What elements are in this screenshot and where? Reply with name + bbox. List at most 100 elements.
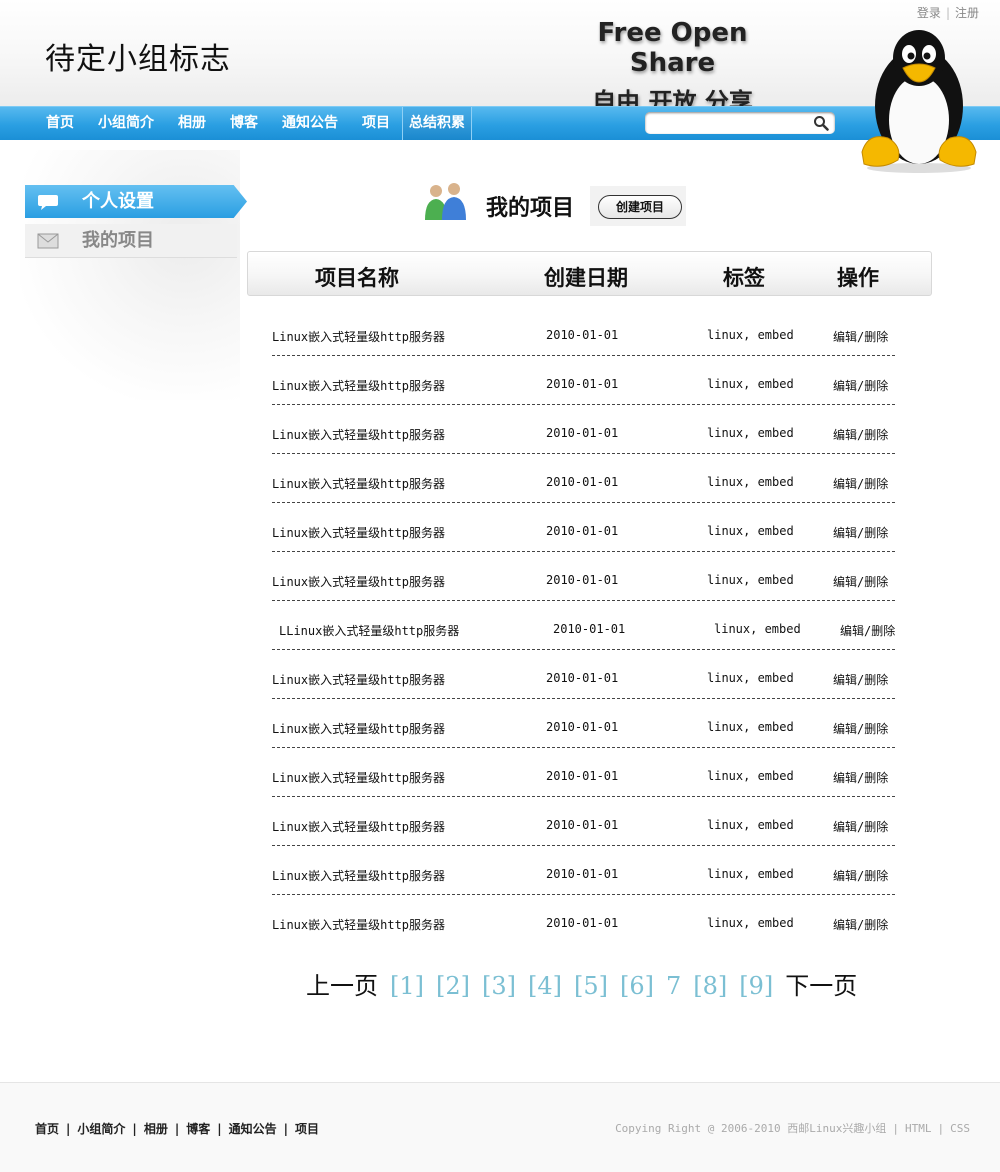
edit-delete-link[interactable]: 编辑/删除 [840,624,895,638]
current-page: 7 [666,972,682,1000]
action-cell: 编辑/删除 [833,475,888,492]
date-cell: 2010-01-01 [546,720,619,734]
footer-link[interactable]: 首页 [35,1122,59,1136]
edit-delete-link[interactable]: 编辑/删除 [833,820,888,834]
create-button-area: 创建项目 [590,186,686,226]
tags-cell: linux, embed [707,524,794,538]
edit-delete-link[interactable]: 编辑/删除 [833,526,888,540]
project-name-cell: Linux嵌入式轻量级http服务器 [272,869,446,883]
tags-cell: linux, embed [707,475,794,489]
tags-cell: linux, embed [707,671,794,685]
date-cell: 2010-01-01 [546,916,619,930]
footer-link[interactable]: 通知公告 [229,1122,277,1136]
page-link[interactable]: [9] [739,972,773,1000]
nav-item[interactable]: 相册 [166,107,218,140]
edit-delete-link[interactable]: 编辑/删除 [833,379,888,393]
column-header-tags: 标签 [723,266,765,290]
page-link[interactable]: [4] [528,972,562,1000]
slogan-english: Free Open Share [597,18,748,78]
project-name-cell: Linux嵌入式轻量级http服务器 [272,330,446,344]
date-cell: 2010-01-01 [546,769,619,783]
row-divider [272,649,895,650]
footer-link[interactable]: 小组简介 [77,1122,125,1136]
action-cell: 编辑/删除 [833,818,888,835]
login-link[interactable]: 登录 [917,6,941,20]
project-name-cell: Linux嵌入式轻量级http服务器 [272,526,446,540]
row-divider [272,845,895,846]
action-cell: 编辑/删除 [833,426,888,443]
tags-cell: linux, embed [707,573,794,587]
project-name-cell: Linux嵌入式轻量级http服务器 [272,918,446,932]
row-divider [272,502,895,503]
date-cell: 2010-01-01 [546,328,619,342]
footer: 首页 | 小组简介 | 相册 | 博客 | 通知公告 | 项目 Copying Right @ 20… [0,1082,1000,1172]
page-link[interactable]: [5] [574,972,608,1000]
header: 待定小组标志 登录 | 注册 Free Open Share 自由 开放 分享 [0,0,1000,116]
edit-delete-link[interactable]: 编辑/删除 [833,477,888,491]
edit-delete-link[interactable]: 编辑/删除 [833,330,888,344]
footer-link[interactable]: 相册 [144,1122,168,1136]
date-cell: 2010-01-01 [546,573,619,587]
table-row: Linux嵌入式轻量级http服务器 2010-01-01 linux, embed… [272,801,897,850]
edit-delete-link[interactable]: 编辑/删除 [833,575,888,589]
nav-item[interactable]: 小组简介 [86,107,166,140]
sidebar-item-my-projects[interactable]: 我的项目 [25,224,237,258]
page-link[interactable]: [3] [482,972,516,1000]
page-link[interactable]: [1] [390,972,424,1000]
nav-item[interactable]: 博客 [218,107,270,140]
tags-cell: linux, embed [707,377,794,391]
envelope-icon [37,233,59,249]
row-divider [272,600,895,601]
top-links: 登录 | 注册 [917,4,979,21]
action-cell: 编辑/删除 [833,769,888,786]
edit-delete-link[interactable]: 编辑/删除 [833,428,888,442]
table-header: 项目名称 创建日期 标签 操作 [247,251,932,296]
project-name-cell: Linux嵌入式轻量级http服务器 [272,673,446,687]
nav-item[interactable]: 项目 [350,107,402,140]
css-badge[interactable]: CSS [950,1122,970,1135]
footer-link[interactable]: 项目 [295,1122,319,1136]
copyright-text: Copying Right @ 2006-2010 西邮Linux兴趣小组 [615,1122,887,1135]
footer-link[interactable]: 博客 [186,1122,210,1136]
column-header-actions: 操作 [837,266,879,290]
edit-delete-link[interactable]: 编辑/删除 [833,869,888,883]
edit-delete-link[interactable]: 编辑/删除 [833,673,888,687]
tux-penguin-logo [861,30,977,173]
page-title: 我的项目 [486,196,575,221]
action-cell: 编辑/删除 [833,573,888,590]
tags-cell: linux, embed [707,867,794,881]
action-cell: 编辑/删除 [833,671,888,688]
date-cell: 2010-01-01 [546,426,619,440]
tags-cell: linux, embed [707,426,794,440]
table-row: Linux嵌入式轻量级http服务器 2010-01-01 linux, embed… [272,850,897,899]
nav-item[interactable]: 通知公告 [270,107,350,140]
create-project-button[interactable]: 创建项目 [598,195,682,219]
search-input[interactable] [651,112,815,134]
row-divider [272,747,895,748]
prev-page-link[interactable]: 上一页 [306,972,378,1000]
page-link[interactable]: [2] [436,972,470,1000]
search-icon[interactable] [813,115,829,131]
edit-delete-link[interactable]: 编辑/删除 [833,722,888,736]
sidebar-item-personal-settings[interactable]: 个人设置 [25,185,247,218]
nav-item[interactable]: 总结积累 [402,107,472,140]
edit-delete-link[interactable]: 编辑/删除 [833,771,888,785]
html-badge[interactable]: HTML [905,1122,932,1135]
divider: | [66,1122,71,1136]
date-cell: 2010-01-01 [546,671,619,685]
sidebar-item-label: 个人设置 [82,191,154,212]
row-divider [272,894,895,895]
page-link[interactable]: [6] [620,972,654,1000]
edit-delete-link[interactable]: 编辑/删除 [833,918,888,932]
date-cell: 2010-01-01 [553,622,626,636]
table-row: Linux嵌入式轻量级http服务器 2010-01-01 linux, embed… [272,458,897,507]
search-box [645,112,835,134]
people-icon [425,183,466,220]
divider: | [174,1122,180,1136]
register-link[interactable]: 注册 [955,6,979,20]
nav-item[interactable]: 首页 [34,107,86,140]
next-page-link[interactable]: 下一页 [785,972,857,1000]
row-divider [272,453,895,454]
page-link[interactable]: [8] [693,972,727,1000]
divider: | [937,1122,945,1135]
